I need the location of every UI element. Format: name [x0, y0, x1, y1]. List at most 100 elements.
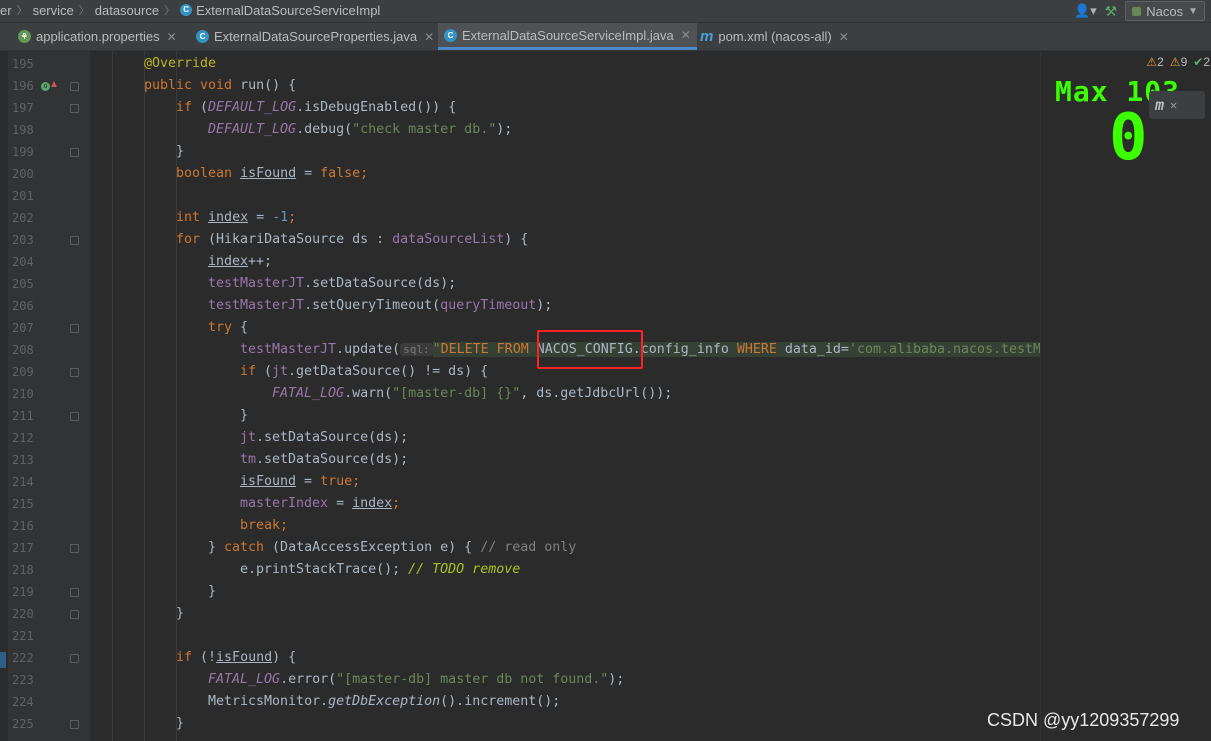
code-text: = — [328, 496, 353, 511]
close-icon[interactable]: ✕ — [681, 28, 691, 42]
fold-icon[interactable] — [70, 588, 79, 597]
indent-guide — [144, 51, 145, 741]
inspection-widget[interactable]: ⚠2 ⚠9 ✔2 — [1146, 55, 1210, 69]
code-line: @Override — [144, 53, 216, 75]
string-literal: "[master-db] master db not found." — [336, 672, 609, 687]
code-text: .error( — [280, 672, 337, 687]
line-number: 216 — [12, 519, 34, 533]
close-icon[interactable]: ✕ — [839, 30, 849, 44]
code-text: ( — [256, 364, 273, 379]
code-text: ().increment(); — [440, 694, 561, 709]
fold-icon[interactable] — [70, 544, 79, 553]
fold-icon[interactable] — [70, 148, 79, 157]
variable: isFound — [240, 166, 297, 181]
code-text: ) { — [504, 232, 529, 247]
line-number: 218 — [12, 563, 34, 577]
fold-icon[interactable] — [70, 368, 79, 377]
keyword: break — [240, 518, 281, 533]
code-line: if (DEFAULT_LOG.isDebugEnabled()) { — [176, 97, 456, 119]
code-text: .update( — [336, 342, 401, 357]
code-line: } catch (DataAccessException e) { // rea… — [208, 537, 576, 559]
warning-icon: ⚠ — [1169, 55, 1181, 69]
code-text: .getDataSource() != ds) { — [288, 364, 489, 379]
tab-external-datasource-properties[interactable]: C ExternalDataSourceProperties.java ✕ — [196, 23, 434, 50]
current-line-marker — [0, 652, 6, 668]
code-line: for (HikariDataSource ds : dataSourceLis… — [176, 229, 528, 251]
line-number: 204 — [12, 255, 34, 269]
code-line: } — [176, 713, 184, 735]
fold-icon[interactable] — [70, 654, 79, 663]
code-text: run() { — [232, 78, 297, 93]
parameter-hint: sql: — [400, 343, 433, 356]
line-number: 205 — [12, 277, 34, 291]
sql-keyword: WHERE — [736, 342, 777, 357]
sql-injection-fragment: "DELETE FROM NACOS_CONFIG.config_info WH… — [432, 342, 1114, 357]
line-number: 225 — [12, 717, 34, 731]
config-icon — [1132, 6, 1142, 16]
build-hammer-icon[interactable]: ⚒ — [1105, 3, 1118, 20]
maven-reload-icon[interactable]: m — [1155, 96, 1164, 114]
fold-icon[interactable] — [70, 104, 79, 113]
tab-label: application.properties — [36, 29, 160, 44]
close-icon[interactable]: ✕ — [424, 30, 434, 44]
code-line: break; — [240, 515, 288, 537]
code-text: ++; — [248, 254, 273, 269]
tab-label: ExternalDataSourceServiceImpl.java — [462, 27, 674, 43]
close-icon[interactable]: ✕ — [1170, 98, 1177, 112]
code-text: } — [240, 408, 249, 423]
fold-icon[interactable] — [70, 412, 79, 421]
code-text: .warn( — [344, 386, 393, 401]
tab-application-properties[interactable]: ⚘ application.properties ✕ — [18, 23, 177, 50]
watermark: CSDN @yy1209357299 — [987, 710, 1180, 730]
fold-icon[interactable] — [70, 720, 79, 729]
line-number: 221 — [12, 629, 34, 643]
user-icon[interactable]: 👤▾ — [1074, 3, 1097, 19]
code-editor[interactable]: @Override public void run() { if (DEFAUL… — [90, 51, 1129, 741]
override-marker-icon[interactable]: o — [41, 82, 50, 91]
tab-pom-xml[interactable]: m pom.xml (nacos-all) ✕ — [700, 23, 849, 50]
code-text: ; — [360, 166, 369, 181]
code-line: isFound = true; — [240, 471, 360, 493]
editor-gutter[interactable]: 195 196 197 198 199 200 201 202 203 204 … — [0, 51, 90, 741]
breadcrumb-item[interactable]: datasource — [95, 3, 159, 18]
code-line: index++; — [208, 251, 272, 273]
code-line: public void run() { — [144, 75, 296, 97]
code-line: masterIndex = index; — [240, 493, 400, 515]
tab-external-datasource-service-impl[interactable]: C ExternalDataSourceServiceImpl.java ✕ — [438, 23, 697, 50]
run-configuration-select[interactable]: Nacos ▼ — [1125, 1, 1205, 21]
line-number: 213 — [12, 453, 34, 467]
check-icon: ✔ — [1193, 55, 1204, 69]
fold-icon[interactable] — [70, 82, 79, 91]
weak-warning-count[interactable]: ⚠9 — [1170, 55, 1187, 69]
breadcrumb-item[interactable]: er — [0, 3, 12, 18]
warning-count-value: 2 — [1157, 55, 1164, 69]
line-number: 199 — [12, 145, 34, 159]
code-text: ); — [608, 672, 625, 687]
keyword: false — [320, 166, 361, 181]
fold-icon[interactable] — [70, 236, 79, 245]
line-number: 209 — [12, 365, 34, 379]
counter-value: 0 — [1109, 101, 1148, 175]
keyword: boolean — [176, 166, 233, 181]
breadcrumb-item[interactable]: ExternalDataSourceServiceImpl — [196, 3, 380, 18]
todo-comment: TODO remove — [432, 562, 521, 577]
indent-guide — [112, 51, 113, 741]
close-icon[interactable]: ✕ — [167, 30, 177, 44]
line-number: 201 — [12, 189, 34, 203]
breadcrumb-item[interactable]: service — [33, 3, 74, 18]
field: tm — [240, 452, 257, 467]
line-number: 223 — [12, 673, 34, 687]
code-line: FATAL_LOG.warn("[master-db] {}", ds.getJ… — [272, 383, 672, 405]
line-number: 224 — [12, 695, 34, 709]
fold-icon[interactable] — [70, 324, 79, 333]
variable: index — [352, 496, 393, 511]
ok-count[interactable]: ✔2 — [1193, 55, 1210, 69]
fold-icon[interactable] — [70, 610, 79, 619]
maven-reload-widget[interactable]: m ✕ — [1149, 91, 1205, 119]
warning-count[interactable]: ⚠2 — [1146, 55, 1163, 69]
string-literal: "check master db." — [352, 122, 497, 137]
number-literal: -1 — [272, 210, 289, 225]
code-text: , ds.getJdbcUrl()); — [520, 386, 673, 401]
